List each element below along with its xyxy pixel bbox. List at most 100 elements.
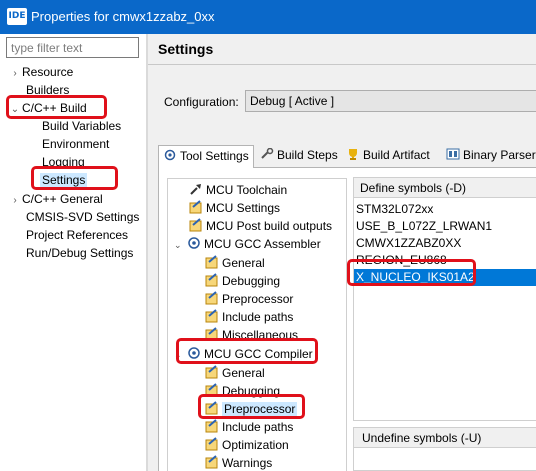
- nav-item-cpp-general[interactable]: › C/C++ General: [8, 190, 103, 210]
- tree-item-label: Debugging: [222, 384, 281, 398]
- tree-item-compiler-optimization[interactable]: Optimization: [204, 436, 289, 454]
- settings-page-icon: [189, 218, 202, 232]
- tree-item-label: Preprocessor: [222, 402, 298, 416]
- undefine-symbols-list: Undefine symbols (-U): [353, 427, 536, 471]
- chevron-down-icon[interactable]: ⌄: [174, 346, 186, 364]
- trophy-icon: [349, 149, 357, 160]
- tool-settings-tree: MCU Toolchain MCU Settings MCU Post buil…: [167, 178, 347, 471]
- define-symbol-item-selected[interactable]: X_NUCLEO_IKS01A2: [354, 269, 536, 286]
- gear-icon: [164, 149, 176, 161]
- binary-icon: [446, 148, 460, 160]
- ide-app-icon: IDE: [7, 8, 27, 25]
- settings-page-icon: [205, 383, 218, 397]
- tree-item-mcu-gcc-compiler[interactable]: ⌄ MCU GCC Compiler: [174, 345, 313, 363]
- tree-item-mcu-gcc-assembler[interactable]: ⌄ MCU GCC Assembler: [174, 235, 321, 253]
- settings-page-icon: [205, 291, 218, 305]
- nav-item-label: CMSIS-SVD Settings: [26, 210, 140, 224]
- configuration-select[interactable]: Debug [ Active ]: [245, 90, 536, 112]
- undefine-symbols-header: Undefine symbols (-U): [354, 428, 536, 448]
- tree-item-label: MCU Toolchain: [206, 183, 288, 197]
- tree-item-label: MCU Settings: [206, 201, 281, 215]
- tree-item-assembler-include-paths[interactable]: Include paths: [204, 308, 293, 326]
- nav-item-label: Run/Debug Settings: [26, 246, 134, 260]
- nav-item-label: Project References: [26, 228, 129, 242]
- nav-item-label: Resource: [22, 65, 74, 79]
- tab-label: Binary Parsers: [463, 148, 536, 162]
- tree-item-label: Miscellaneous: [222, 328, 299, 342]
- tree-item-label: General: [222, 366, 265, 380]
- define-symbols-header: Define symbols (-D): [354, 178, 536, 198]
- nav-item-settings[interactable]: Settings: [40, 171, 88, 189]
- tree-item-compiler-preprocessor[interactable]: Preprocessor: [204, 400, 298, 418]
- settings-page-icon: [205, 401, 218, 415]
- nav-item-label: Builders: [26, 83, 70, 97]
- settings-page-icon: [205, 255, 218, 269]
- tab-bar: Tool Settings Build Steps Build Artifact…: [158, 145, 536, 168]
- nav-item-builders[interactable]: Builders: [26, 81, 69, 99]
- nav-item-logging[interactable]: Logging: [42, 153, 85, 171]
- tree-item-label: Debugging: [222, 274, 281, 288]
- tree-item-label: MCU Post build outputs: [206, 219, 333, 233]
- nav-item-cmsis-svd-settings[interactable]: CMSIS-SVD Settings: [26, 208, 139, 226]
- define-symbol-item[interactable]: USE_B_L072Z_LRWAN1: [356, 218, 492, 235]
- settings-page-icon: [205, 309, 218, 323]
- tree-item-mcu-toolchain[interactable]: MCU Toolchain: [188, 181, 287, 199]
- settings-page-icon: [205, 327, 218, 341]
- tab-build-steps[interactable]: Build Steps: [256, 145, 338, 167]
- nav-item-label: C/C++ General: [22, 192, 103, 206]
- tool-icon: [188, 347, 200, 359]
- define-symbol-item[interactable]: CMWX1ZZABZ0XX: [356, 235, 461, 252]
- window-title: Properties for cmwx1zzabz_0xx: [31, 9, 215, 24]
- tool-icon: [188, 237, 200, 249]
- nav-item-label: Settings: [40, 173, 88, 187]
- wrench-icon: [261, 148, 274, 159]
- tree-item-label: Include paths: [222, 420, 294, 434]
- nav-item-project-references[interactable]: Project References: [26, 226, 128, 244]
- nav-item-run-debug-settings[interactable]: Run/Debug Settings: [26, 244, 133, 262]
- chevron-down-icon[interactable]: ⌄: [8, 101, 22, 119]
- tree-item-label: Include paths: [222, 310, 294, 324]
- chevron-right-icon[interactable]: ›: [8, 65, 22, 83]
- tree-item-assembler-general[interactable]: General: [204, 254, 265, 272]
- settings-page-icon: [205, 437, 218, 451]
- settings-page-icon: [205, 455, 218, 469]
- define-symbols-list: Define symbols (-D) STM32L072xx USE_B_L0…: [353, 177, 536, 421]
- filter-input[interactable]: [6, 37, 139, 58]
- tree-item-assembler-miscellaneous[interactable]: Miscellaneous: [204, 326, 298, 344]
- header-divider: [148, 64, 536, 65]
- tree-item-label: MCU GCC Compiler: [204, 347, 313, 361]
- tab-label: Build Artifact: [363, 148, 430, 162]
- tree-item-compiler-include-paths[interactable]: Include paths: [204, 418, 293, 436]
- settings-page-icon: [205, 273, 218, 287]
- tree-item-mcu-settings[interactable]: MCU Settings: [188, 199, 280, 217]
- tree-item-assembler-preprocessor[interactable]: Preprocessor: [204, 290, 293, 308]
- page-title: Settings: [158, 41, 214, 57]
- define-symbol-item[interactable]: STM32L072xx: [356, 201, 433, 218]
- nav-item-label: Logging: [42, 155, 85, 169]
- tab-build-artifact[interactable]: Build Artifact: [342, 145, 430, 167]
- nav-item-resource[interactable]: › Resource: [8, 63, 73, 81]
- nav-item-label: C/C++ Build: [22, 101, 87, 115]
- settings-page-icon: [205, 365, 218, 379]
- nav-item-label: Build Variables: [42, 119, 122, 133]
- nav-item-build-variables[interactable]: Build Variables: [42, 117, 121, 135]
- tab-binary-parsers[interactable]: Binary Parsers: [442, 145, 536, 167]
- tree-item-assembler-debugging[interactable]: Debugging: [204, 272, 280, 290]
- tree-item-mcu-post-build-outputs[interactable]: MCU Post build outputs: [188, 217, 332, 235]
- nav-item-cpp-build[interactable]: ⌄ C/C++ Build: [8, 99, 87, 117]
- chevron-down-icon[interactable]: ⌄: [174, 236, 186, 254]
- tree-item-compiler-debugging[interactable]: Debugging: [204, 382, 280, 400]
- tree-item-label: Optimization: [222, 438, 289, 452]
- nav-item-environment[interactable]: Environment: [42, 135, 109, 153]
- tree-item-label: Warnings: [222, 456, 273, 470]
- define-symbol-item[interactable]: REGION_EU868: [356, 252, 447, 269]
- settings-page: Settings Configuration: Debug [ Active ]…: [148, 34, 536, 471]
- toolchain-icon: [190, 184, 201, 195]
- configuration-label: Configuration:: [164, 95, 239, 109]
- chevron-right-icon[interactable]: ›: [8, 192, 22, 210]
- tree-item-compiler-warnings[interactable]: Warnings: [204, 454, 272, 471]
- tree-item-compiler-general[interactable]: General: [204, 364, 265, 382]
- tree-item-label: Preprocessor: [222, 292, 294, 306]
- title-bar: IDE Properties for cmwx1zzabz_0xx: [0, 0, 536, 34]
- tab-tool-settings[interactable]: Tool Settings: [158, 145, 254, 168]
